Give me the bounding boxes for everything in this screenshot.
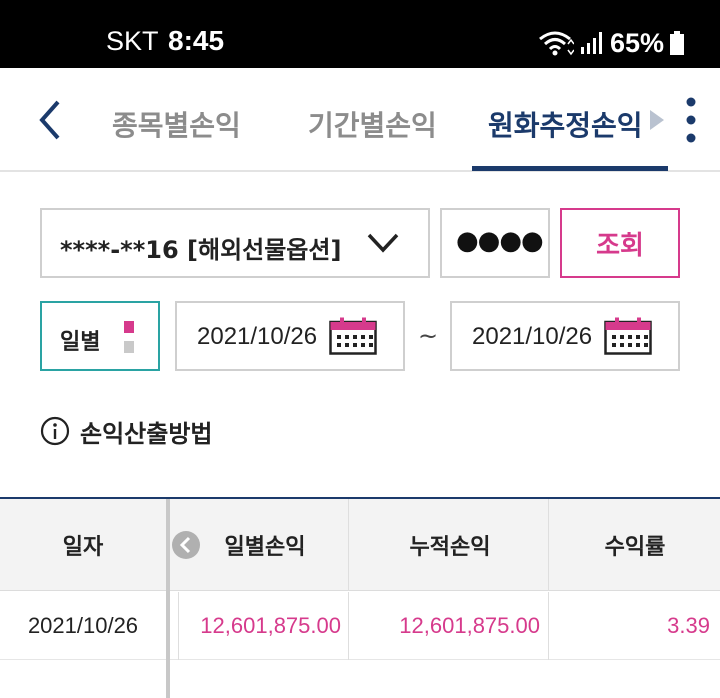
- end-date-field[interactable]: 2021/10/26: [450, 301, 680, 371]
- active-tab-indicator: [472, 166, 668, 171]
- back-arrow-icon[interactable]: [36, 98, 66, 142]
- header-daily-pnl: 일별손익: [224, 535, 306, 560]
- period-toggle-indicator: [124, 341, 134, 353]
- period-toggle-indicator: [124, 321, 134, 333]
- tab-scroll-right-icon[interactable]: [648, 108, 666, 132]
- period-select[interactable]: 일별: [40, 301, 160, 371]
- query-button[interactable]: 조회: [560, 208, 680, 278]
- row-cumulative-pnl: 12,601,875.00: [399, 613, 540, 638]
- carrier-label: SKT: [106, 26, 159, 56]
- calendar-icon[interactable]: [329, 317, 377, 355]
- clock: 8:45: [168, 25, 225, 56]
- row-return-rate: 3.39: [667, 613, 710, 638]
- info-icon: [40, 416, 70, 446]
- tab-stock-pnl[interactable]: 종목별손익: [112, 104, 241, 144]
- tab-period-pnl[interactable]: 기간별손익: [308, 104, 437, 144]
- header-cumulative-pnl: 누적손익: [409, 535, 491, 560]
- pnl-method-link[interactable]: 손익산출방법: [40, 414, 212, 448]
- fixed-column-divider: [166, 499, 170, 698]
- column-divider: [548, 499, 549, 591]
- column-divider: [348, 499, 349, 591]
- header-return-rate: 수익률: [604, 535, 666, 560]
- status-bar: SKT 8:45 65%: [0, 0, 720, 68]
- start-date-value: 2021/10/26: [197, 323, 318, 350]
- more-menu-icon[interactable]: [684, 96, 698, 144]
- period-value: 일별: [60, 330, 101, 355]
- row-date: 2021/10/26: [27, 613, 139, 638]
- account-value: ****-**16 [해외선물옵션]: [60, 236, 342, 264]
- header-date: 일자: [62, 535, 104, 560]
- account-select[interactable]: ****-**16 [해외선물옵션]: [40, 208, 430, 278]
- password-mask: ●●●●: [456, 226, 544, 256]
- chevron-down-icon: [367, 233, 399, 253]
- calendar-icon[interactable]: [604, 317, 652, 355]
- scroll-left-icon[interactable]: [172, 531, 200, 559]
- battery-icon: [670, 31, 684, 55]
- pnl-method-label: 손익산출방법: [80, 419, 213, 448]
- status-icons: 65%: [538, 27, 684, 59]
- pnl-table: 일자 일별손익 누적손익 수익률 2021/10/26 12,601,875.0…: [0, 497, 720, 698]
- row-daily-pnl: 12,601,875.00: [200, 613, 341, 638]
- start-date-field[interactable]: 2021/10/26: [175, 301, 405, 371]
- signal-icon: [580, 32, 602, 54]
- tab-header: 종목별손익 기간별손익 원화추정손익: [0, 68, 720, 172]
- tab-krw-estimated-pnl[interactable]: 원화추정손익: [488, 104, 643, 144]
- wifi-icon: [539, 31, 574, 56]
- password-field[interactable]: ●●●●: [440, 208, 550, 278]
- end-date-value: 2021/10/26: [472, 323, 593, 350]
- table-header: 일자 일별손익 누적손익 수익률: [0, 499, 720, 591]
- battery-percent: 65%: [609, 27, 664, 58]
- date-range-separator: ~: [418, 322, 439, 350]
- table-row[interactable]: 2021/10/26 12,601,875.00 12,601,875.00 3…: [0, 592, 720, 660]
